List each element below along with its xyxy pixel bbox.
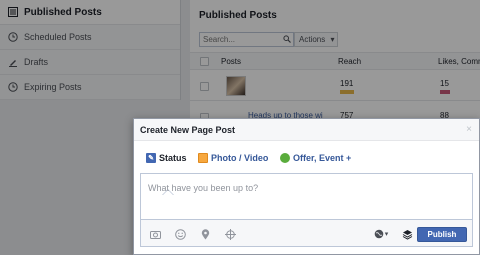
tab-status[interactable]: ✎ Status bbox=[146, 153, 187, 163]
photo-icon bbox=[198, 153, 208, 163]
status-input[interactable]: What have you been up to? bbox=[140, 173, 473, 219]
layers-icon[interactable] bbox=[401, 228, 413, 240]
tab-photo-video[interactable]: Photo / Video bbox=[198, 153, 268, 163]
camera-icon[interactable] bbox=[149, 228, 161, 240]
pencil-icon: ✎ bbox=[146, 153, 156, 163]
create-post-dialog: Create New Page Post × ✎ Status Photo / … bbox=[133, 118, 480, 255]
tab-offer-event[interactable]: Offer, Event + bbox=[280, 153, 351, 163]
chevron-down-icon: ▾ bbox=[384, 231, 389, 238]
tab-label: Photo / Video bbox=[211, 153, 269, 163]
composer-footer: ▾ Publish bbox=[140, 219, 473, 247]
dialog-header: Create New Page Post × bbox=[134, 119, 479, 141]
close-icon[interactable]: × bbox=[466, 124, 472, 135]
gear-icon bbox=[280, 153, 290, 163]
dialog-title: Create New Page Post bbox=[140, 125, 236, 135]
publish-button[interactable]: Publish bbox=[417, 227, 467, 242]
smiley-icon[interactable] bbox=[174, 228, 186, 240]
location-pin-icon[interactable] bbox=[199, 228, 211, 240]
audience-globe-icon[interactable]: ▾ bbox=[371, 228, 391, 240]
tab-label: Status bbox=[159, 153, 187, 163]
tab-label: Offer, Event + bbox=[293, 153, 352, 163]
composer-tabs: ✎ Status Photo / Video Offer, Event + bbox=[134, 141, 479, 195]
crosshair-icon[interactable] bbox=[224, 228, 236, 240]
